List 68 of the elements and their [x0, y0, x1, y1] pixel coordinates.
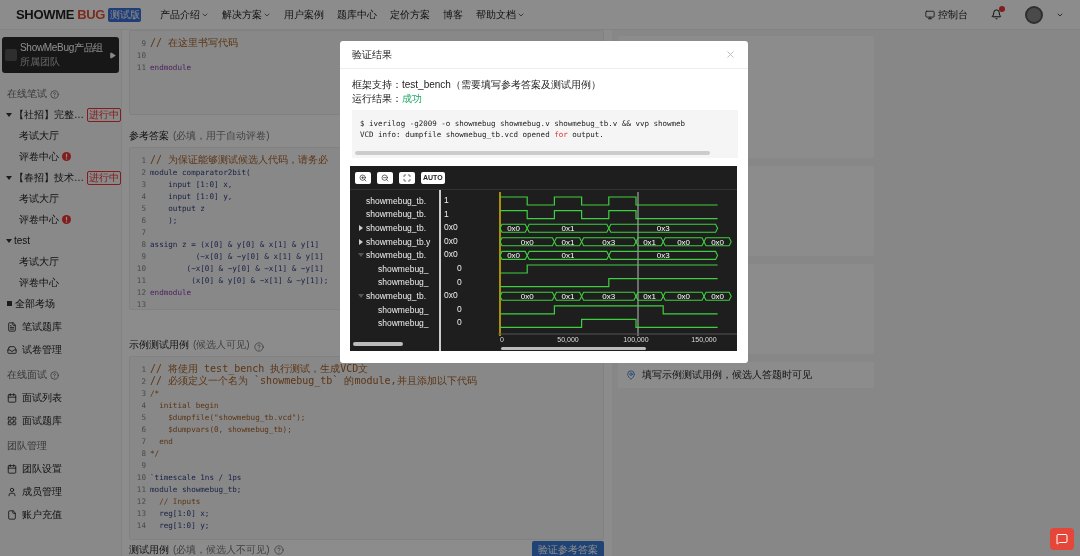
signal-name: showmebug_tb. [366, 250, 427, 261]
signal-value: 1 [443, 194, 449, 207]
code-line: // 将使用 test_bench 执行测试，生成VCD文 [150, 362, 369, 376]
subitem-label: 考试大厅 [19, 191, 59, 206]
exam-name: 【春招】技术… [14, 170, 84, 185]
signal-value: 0 [456, 302, 462, 316]
bus-value: 0x3 [656, 224, 670, 234]
bus-value: 0x0 [711, 237, 725, 247]
code-line: // 在这里书写代码 [150, 36, 239, 50]
signal-name: showmebug_tb. [366, 223, 427, 233]
signal-value: 1 [443, 207, 449, 221]
status-tag: 进行中 [87, 170, 121, 185]
bus-value: 0x1 [561, 224, 575, 234]
signal-value: 0x0 [443, 234, 458, 248]
signal-value: 0 [456, 316, 462, 330]
signal-value: 0 [456, 261, 462, 275]
hint-text: 填写示例测试用例，候选人答题时可见 [642, 368, 812, 382]
bus-value: 0x0 [507, 251, 521, 261]
subitem-label: 评卷中心 [19, 149, 59, 164]
bus-value: 0x0 [520, 237, 534, 247]
dialog-title: 验证结果 [352, 47, 392, 62]
signal-name: showmebug_ [378, 277, 430, 288]
subitem-label: 评卷中心 [19, 212, 59, 227]
signal-value: 0x0 [443, 221, 458, 235]
bus-value: 0x0 [507, 224, 521, 234]
section-title: 在线面试 [7, 368, 47, 382]
signal-name: showmebug_tb.y [366, 236, 432, 247]
code-line: // 为保证能够测试候选人代码，请务必 [150, 153, 329, 167]
bus-value: 0x0 [520, 292, 534, 302]
exam-name: 【社招】完整… [14, 107, 84, 122]
field-hint: (候选人可见) [193, 338, 250, 352]
subitem-label: 考试大厅 [19, 254, 59, 269]
subitem-label: 考试大厅 [19, 128, 59, 143]
signal-value: 0x0 [443, 289, 458, 303]
section-title: 团队管理 [7, 439, 47, 453]
field-hint: (必填，用于自动评卷) [173, 129, 270, 143]
signal-name: showmebug_ [378, 304, 430, 315]
bus-value: 0x1 [561, 251, 575, 261]
signal-name: showmebug_tb. [366, 195, 427, 206]
subitem-label: 评卷中心 [19, 275, 59, 290]
team-subtitle: 所属团队 [20, 55, 61, 69]
bus-value: 0x1 [561, 237, 575, 247]
signal-name: showmebug_tb. [366, 290, 427, 301]
run-result: 运行结果：成功 [352, 92, 423, 106]
field-label: 示例测试用例 [129, 338, 189, 352]
section-title: 在线笔试 [7, 87, 47, 101]
field-hint: (必填，候选人不可见) [173, 543, 270, 556]
bus-value: 0x0 [677, 292, 691, 302]
bus-value: 0x3 [602, 292, 616, 302]
code-line: // 必须定义一个名为 `showmebug_tb` 的module,并且添加以下代码 [150, 374, 477, 388]
signal-value: 0x0 [443, 248, 458, 262]
bus-value: 0x0 [677, 237, 691, 247]
field-label: 测试用例 [129, 543, 169, 556]
exam-name: test [14, 235, 31, 246]
bus-value: 0x1 [561, 292, 575, 302]
field-label: 参考答案 [129, 129, 169, 143]
bus-value: 0x3 [656, 251, 670, 261]
signal-name: showmebug_ [378, 318, 430, 329]
signal-name: showmebug_ [378, 263, 430, 274]
framework-info: 框架支持：test_bench（需要填写参考答案及测试用例） [352, 78, 602, 92]
signal-value: 0 [456, 275, 462, 289]
signal-name: showmebug_tb. [366, 209, 427, 220]
bus-value: 0x1 [643, 237, 657, 247]
bus-value: 0x3 [602, 237, 616, 247]
status-tag: 进行中 [87, 107, 121, 122]
bus-value: 0x1 [643, 292, 657, 302]
team-name: ShowMeBug产品组 [20, 41, 105, 55]
bus-value: 0x0 [711, 292, 725, 302]
